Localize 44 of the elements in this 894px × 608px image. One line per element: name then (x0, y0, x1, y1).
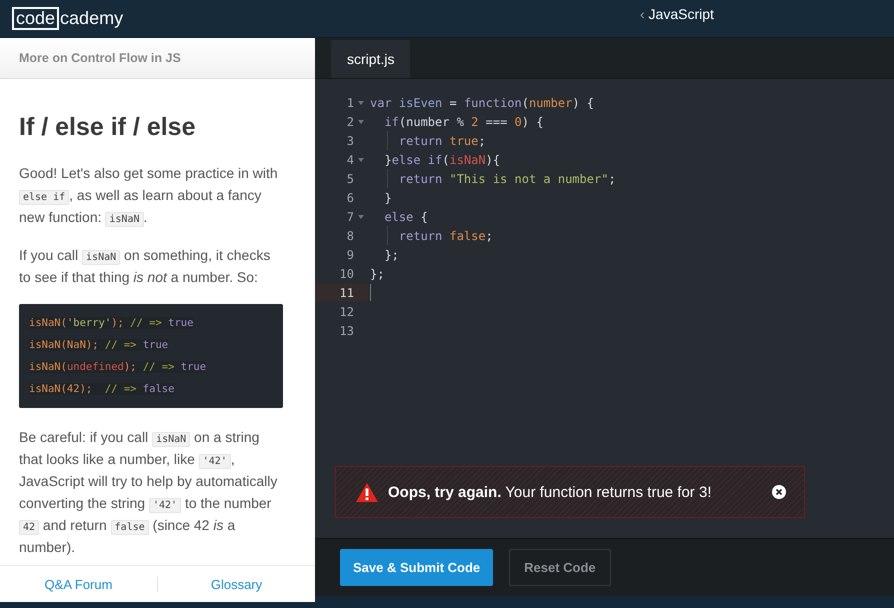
reset-button[interactable]: Reset Code (509, 549, 611, 586)
line-gutter: 1 (315, 93, 368, 112)
line-gutter: 8 (346, 228, 355, 244)
lesson-title: If / else if / else (19, 113, 196, 142)
code-line: return false; (398, 228, 493, 242)
line-gutter: 13 (338, 322, 355, 340)
submit-button[interactable]: Save & Submit Code (340, 549, 494, 586)
text-cursor (370, 284, 371, 301)
logo[interactable]: code cademy (12, 7, 124, 30)
line-gutter: 9 (346, 246, 355, 264)
line-gutter: 3 (346, 132, 355, 150)
fold-arrow-icon[interactable] (358, 120, 364, 124)
code-line: return true; (398, 134, 486, 148)
footer-link[interactable]: Q&A Forum (0, 576, 158, 592)
lesson-paragraph: Good! Let's also get some practice in with else if , as well as learn about a fancy new function: isNaN . (19, 164, 279, 228)
error-message: Oops, try again. Your function returns true for 3! (388, 484, 712, 500)
code-line: }; (370, 266, 384, 280)
footer-link[interactable]: Glossary (158, 576, 315, 592)
line-gutter: 11 (315, 283, 368, 302)
code-line: } (383, 190, 392, 204)
line-gutter: 4 (315, 150, 368, 169)
warning-icon (356, 482, 378, 502)
code-line: }else if(isNaN){ (383, 152, 500, 166)
code-editor[interactable]: 1 var isEven = function(number) { 2 if(number % 2 === 0) { 3 return true; 4 }else if(isNaN){ 5 return "This is not a number"; 6 } 7 else { 8 return false; 9 }; 10 }; 11 12 13 (315, 79, 894, 448)
course-link[interactable]: ‹ JavaScript (640, 6, 714, 22)
line-gutter: 2 (315, 112, 368, 131)
code-line: }; (383, 248, 399, 262)
code-line: return "This is not a number"; (398, 172, 616, 186)
fold-arrow-icon[interactable] (358, 214, 364, 218)
lesson-paragraph: If you call isNaN on something, it checks to see if that thing is not a number. So: (19, 246, 272, 287)
close-icon[interactable] (772, 485, 786, 499)
line-gutter: 6 (346, 190, 355, 206)
code-line: else { (383, 210, 428, 224)
line-gutter: 10 (338, 266, 355, 282)
line-gutter: 7 (315, 207, 368, 226)
fold-arrow-icon[interactable] (358, 158, 364, 162)
fold-arrow-icon[interactable] (358, 100, 364, 104)
code-line: var isEven = function(number) { (370, 96, 594, 110)
code-example: isNaN('berry'); // => true isNaN(NaN); // => true isNaN(undefined); // => true isNaN(42); // => false (19, 304, 283, 408)
lesson-paragraph: Be careful: if you call isNaN on a string that looks like a number, like '42' , JavaScript will try to help by automatically converting the string '42' to the number 42 and return false (since 42 is a number). (19, 428, 278, 557)
line-gutter: 12 (338, 304, 355, 320)
code-line: if(number % 2 === 0) { (383, 114, 544, 128)
line-gutter: 5 (346, 170, 355, 188)
file-tab[interactable]: script.js (331, 40, 410, 78)
